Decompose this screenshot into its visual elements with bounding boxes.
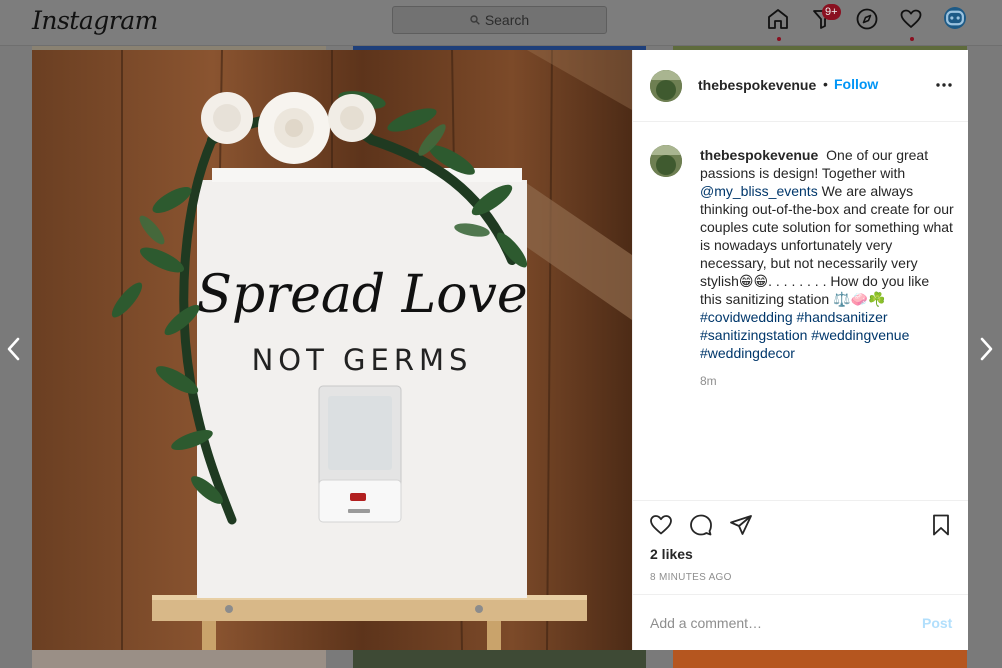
profile-avatar-button[interactable] [944,7,970,33]
follow-button[interactable]: Follow [834,76,878,92]
chevron-right-icon [980,337,993,361]
post-time-ago: 8 MINUTES AGO [650,572,732,583]
search-placeholder: Search [484,12,530,28]
comment-bubble-icon[interactable] [689,513,715,539]
next-post-arrow[interactable] [979,336,995,362]
hashtag-link[interactable]: #covidwedding [700,309,793,325]
post-photo[interactable]: Spread Love NOT GERMS [32,50,632,650]
sign-script-text: Spread Love [196,265,527,325]
post-details-panel: thebespokevenue • Follow thebespokevenue… [632,50,968,650]
hashtag-link[interactable]: #handsanitizer [797,309,888,325]
avatar[interactable] [650,70,682,102]
sign-caps-text: NOT GERMS [252,343,473,377]
hashtag-link[interactable]: #weddingvenue [811,327,909,343]
feed-tile [353,650,646,668]
caption-timestamp[interactable]: 8m [700,374,717,388]
bookmark-icon[interactable] [929,513,955,539]
post-caption: thebespokevenue One of our great passion… [700,146,954,362]
likes-count[interactable]: 2 likes [650,546,693,562]
previous-post-arrow[interactable] [5,336,21,362]
venue-avatar-image [650,70,682,102]
like-heart-icon[interactable] [649,513,675,539]
activity-heart-icon[interactable] [899,7,925,33]
post-header: thebespokevenue • Follow [633,50,968,122]
caption-emoji: 😁😁 [738,273,769,289]
share-paper-plane-icon[interactable] [729,513,755,539]
comment-input[interactable] [650,613,905,633]
post-comment-button[interactable]: Post [922,615,952,631]
activity-indicator-dot [910,37,914,41]
notification-badge: 9+ [822,4,841,20]
hashtag-link[interactable]: #weddingdecor [700,345,795,361]
sanitizer-station-illustration: Spread Love NOT GERMS [32,50,632,650]
search-icon [470,15,480,25]
chevron-left-icon [7,337,20,361]
separator-dot: • [823,76,828,92]
feed-tile [673,650,967,668]
more-options-icon[interactable] [935,76,953,94]
post-username[interactable]: thebespokevenue [698,77,816,93]
search-box[interactable]: Search [392,6,607,34]
robot-face-icon [946,10,964,26]
instagram-logo[interactable]: Instagram [32,6,158,35]
nav-icons: 9+ [766,4,976,41]
venue-avatar-image [650,145,682,177]
explore-compass-icon[interactable] [855,7,881,33]
home-icon[interactable] [766,7,792,33]
home-indicator-dot [777,37,781,41]
top-navigation: Instagram Search 9+ [0,0,1002,46]
avatar [944,7,966,29]
mention-link[interactable]: @my_bliss_events [700,183,818,199]
caption-emoji: ⚖️🧼☘️ [833,291,886,307]
avatar[interactable] [650,145,682,177]
feed-tile [32,650,326,668]
add-comment-section: Post [633,594,968,651]
post-actions [633,500,968,551]
hashtag-link[interactable]: #sanitizingstation [700,327,807,343]
post-modal: Spread Love NOT GERMS thebespokevenue • … [32,50,968,650]
caption-username[interactable]: thebespokevenue [700,147,818,163]
